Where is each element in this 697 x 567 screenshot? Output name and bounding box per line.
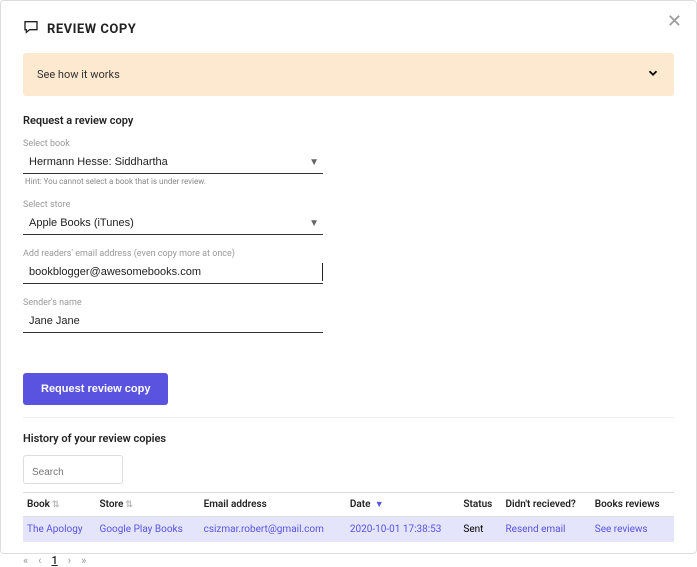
sort-icon: ⇅ (125, 500, 133, 510)
request-review-copy-button[interactable]: Request review copy (23, 373, 168, 405)
col-store[interactable]: Store⇅ (96, 493, 200, 517)
how-it-works-banner[interactable]: See how it works (23, 53, 674, 96)
email-input-wrap[interactable] (23, 261, 323, 284)
store-select[interactable]: ▼ (23, 212, 323, 235)
sender-input-wrap[interactable] (23, 310, 323, 333)
modal-header: REVIEW COPY (23, 19, 674, 39)
store-input[interactable] (23, 214, 309, 232)
book-hint: Hint: You cannot select a book that is u… (23, 177, 323, 186)
book-label: Select book (23, 139, 323, 149)
page-next-icon[interactable]: › (68, 554, 71, 567)
speech-bubble-icon (23, 19, 39, 39)
cell-reviews[interactable]: See reviews (591, 517, 674, 543)
store-field: Select store ▼ (23, 200, 323, 235)
page-last-icon[interactable]: » (81, 554, 86, 567)
page-current[interactable]: 1 (51, 554, 57, 567)
book-select[interactable]: ▼ (23, 151, 323, 174)
history-search-box[interactable] (23, 455, 123, 484)
book-input[interactable] (23, 153, 309, 171)
table-row[interactable]: The Apology Google Play Books csizmar.ro… (23, 517, 674, 543)
email-label: Add readers' email address (even copy mo… (23, 249, 323, 259)
sort-icon: ▼ (373, 500, 384, 510)
pagination: « ‹ 1 › » (23, 554, 674, 567)
caret-down-icon: ▼ (309, 157, 323, 168)
chevron-down-icon (646, 65, 660, 84)
col-email[interactable]: Email address (200, 493, 346, 517)
sender-input[interactable] (23, 312, 323, 330)
review-copy-modal: ✕ REVIEW COPY See how it works Request a… (0, 0, 697, 554)
page-prev-icon[interactable]: ‹ (38, 554, 41, 567)
email-input[interactable] (23, 263, 323, 281)
col-didnt[interactable]: Didn't recieved? (502, 493, 591, 517)
page-first-icon[interactable]: « (23, 554, 28, 567)
modal-title: REVIEW COPY (47, 22, 136, 37)
cell-book[interactable]: The Apology (23, 517, 96, 543)
cell-email[interactable]: csizmar.robert@gmail.com (200, 517, 346, 543)
cell-store[interactable]: Google Play Books (96, 517, 200, 543)
history-search-input[interactable] (32, 467, 114, 478)
sender-field: Sender's name (23, 298, 323, 333)
history-table: Book⇅ Store⇅ Email address Date ▼ Status… (23, 492, 674, 542)
close-icon[interactable]: ✕ (667, 11, 682, 32)
caret-down-icon: ▼ (309, 218, 323, 229)
col-status[interactable]: Status (459, 493, 501, 517)
divider (23, 417, 674, 418)
col-reviews[interactable]: Books reviews (591, 493, 674, 517)
store-label: Select store (23, 200, 323, 210)
cell-date: 2020-10-01 17:38:53 (346, 517, 460, 543)
table-header-row: Book⇅ Store⇅ Email address Date ▼ Status… (23, 493, 674, 517)
col-book[interactable]: Book⇅ (23, 493, 96, 517)
history-section-title: History of your review copies (23, 432, 674, 445)
form-section-title: Request a review copy (23, 114, 674, 127)
col-date[interactable]: Date ▼ (346, 493, 460, 517)
cell-resend[interactable]: Resend email (502, 517, 591, 543)
banner-text: See how it works (37, 68, 120, 81)
email-field: Add readers' email address (even copy mo… (23, 249, 323, 284)
cell-status: Sent (459, 517, 501, 543)
sort-icon: ⇅ (52, 500, 60, 510)
sender-label: Sender's name (23, 298, 323, 308)
book-field: Select book ▼ Hint: You cannot select a … (23, 139, 323, 186)
